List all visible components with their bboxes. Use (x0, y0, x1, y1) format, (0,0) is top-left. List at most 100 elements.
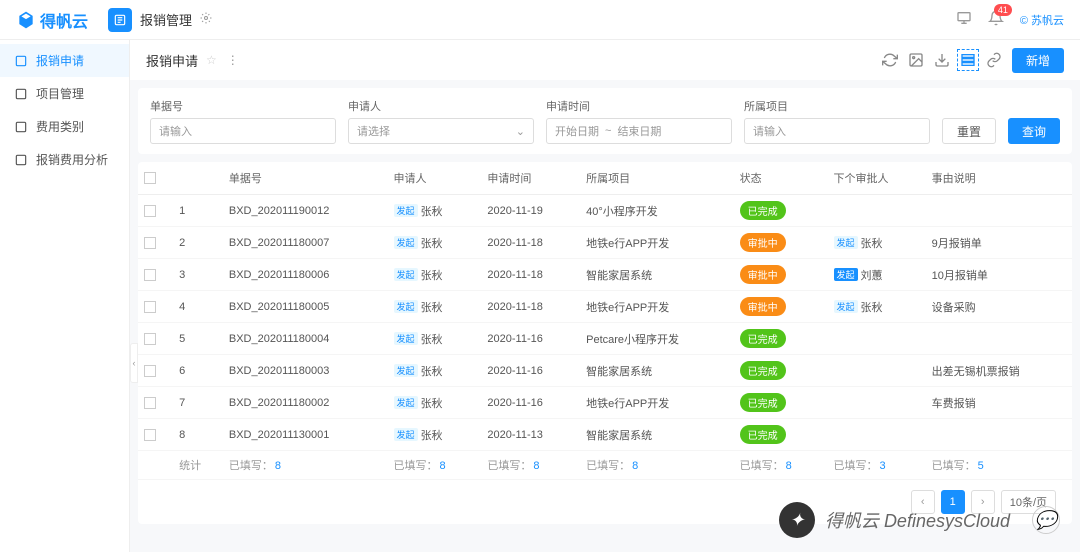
status: 审批中 (734, 259, 828, 291)
project: 地铁e行APP开发 (580, 227, 734, 259)
settings-gear-icon[interactable] (200, 12, 212, 27)
collapse-sidebar-icon[interactable]: ‹ (130, 343, 138, 383)
table-row[interactable]: 4BXD_202011180005发起张秋2020-11-18地铁e行APP开发… (138, 291, 1072, 323)
row-index: 5 (173, 323, 223, 355)
wechat-icon: ✦ (779, 502, 815, 538)
sidebar-item-label: 报销费用分析 (36, 151, 108, 168)
logo-icon (16, 10, 36, 30)
footer-label: 统计 (173, 451, 223, 480)
main-content: 报销申请 ☆ ⋮ 新增 单据号 请输入 申请人 请选择⌄ 申请时间 (130, 40, 1080, 552)
notification-bell-icon[interactable]: 41 (988, 10, 1004, 29)
row-checkbox[interactable] (144, 205, 156, 217)
footer-count: 已填写：8 (388, 451, 482, 480)
project: 智能家居系统 (580, 355, 734, 387)
row-checkbox[interactable] (144, 333, 156, 345)
list-view-icon[interactable] (960, 52, 976, 68)
file-icon (14, 54, 28, 68)
approver (828, 387, 926, 419)
table-row[interactable]: 8BXD_202011130001发起张秋2020-11-13智能家居系统已完成 (138, 419, 1072, 451)
app-badge-icon[interactable] (108, 8, 132, 32)
refresh-icon[interactable] (882, 52, 898, 68)
applicant-select[interactable]: 请选择⌄ (348, 118, 534, 144)
table-row[interactable]: 7BXD_202011180002发起张秋2020-11-16地铁e行APP开发… (138, 387, 1072, 419)
applicant: 发起张秋 (388, 323, 482, 355)
footer-count: 已填写：5 (926, 451, 1072, 480)
logo[interactable]: 得帆云 (16, 8, 88, 32)
table-row[interactable]: 1BXD_202011190012发起张秋2020-11-1940°小程序开发已… (138, 195, 1072, 227)
export-icon[interactable] (934, 52, 950, 68)
reason: 9月报销单 (926, 227, 1072, 259)
table-row[interactable]: 2BXD_202011180007发起张秋2020-11-18地铁e行APP开发… (138, 227, 1072, 259)
sidebar-item-label: 费用类别 (36, 118, 84, 135)
row-index: 6 (173, 355, 223, 387)
apply-time: 2020-11-16 (481, 323, 580, 355)
doc-no: BXD_202011180006 (223, 259, 388, 291)
apply-time: 2020-11-19 (481, 195, 580, 227)
status: 已完成 (734, 355, 828, 387)
category-icon (14, 120, 28, 134)
favorite-star-icon[interactable]: ☆ (206, 53, 217, 67)
status: 已完成 (734, 387, 828, 419)
applicant: 发起张秋 (388, 387, 482, 419)
row-checkbox[interactable] (144, 301, 156, 313)
sidebar-item-chart-icon[interactable]: 报销费用分析 (0, 143, 129, 176)
row-index: 7 (173, 387, 223, 419)
date-range-input[interactable]: 开始日期~结束日期 (546, 118, 732, 144)
filter-bar: 单据号 请输入 申请人 请选择⌄ 申请时间 开始日期~结束日期 所属项目 请输入… (138, 88, 1072, 154)
doc-no: BXD_202011180003 (223, 355, 388, 387)
page-bar: 报销申请 ☆ ⋮ 新增 (130, 40, 1080, 80)
row-index: 4 (173, 291, 223, 323)
row-checkbox[interactable] (144, 269, 156, 281)
applicant: 发起张秋 (388, 227, 482, 259)
filter-label-project: 所属项目 (744, 98, 930, 114)
status: 审批中 (734, 291, 828, 323)
project: Petcare小程序开发 (580, 323, 734, 355)
link-icon[interactable] (986, 52, 1002, 68)
column-header: 单据号 (223, 162, 388, 195)
column-header: 状态 (734, 162, 828, 195)
doc-no: BXD_202011180005 (223, 291, 388, 323)
project: 智能家居系统 (580, 419, 734, 451)
query-button[interactable]: 查询 (1008, 118, 1060, 144)
sidebar: 报销申请项目管理费用类别报销费用分析 (0, 40, 130, 552)
row-checkbox[interactable] (144, 397, 156, 409)
row-checkbox[interactable] (144, 365, 156, 377)
row-checkbox[interactable] (144, 429, 156, 441)
app-name: 报销管理 (140, 10, 192, 29)
approver: 发起张秋 (828, 227, 926, 259)
table-row[interactable]: 5BXD_202011180004发起张秋2020-11-16Petcare小程… (138, 323, 1072, 355)
more-dots-icon[interactable]: ⋮ (227, 53, 239, 67)
docno-input[interactable]: 请输入 (150, 118, 336, 144)
select-all-checkbox[interactable] (144, 172, 156, 184)
project-icon (14, 87, 28, 101)
approver (828, 419, 926, 451)
watermark: ✦ 得帆云 DefinesysCloud 💬 (779, 502, 1060, 538)
sidebar-item-category-icon[interactable]: 费用类别 (0, 110, 129, 143)
row-checkbox[interactable] (144, 237, 156, 249)
status: 已完成 (734, 195, 828, 227)
user-label[interactable]: © 苏帆云 (1020, 12, 1064, 28)
new-button[interactable]: 新增 (1012, 48, 1064, 73)
approver (828, 195, 926, 227)
apply-time: 2020-11-18 (481, 227, 580, 259)
footer-count: 已填写：3 (828, 451, 926, 480)
sidebar-item-project-icon[interactable]: 项目管理 (0, 77, 129, 110)
column-header: 下个审批人 (828, 162, 926, 195)
filter-label-time: 申请时间 (546, 98, 732, 114)
project-input[interactable]: 请输入 (744, 118, 930, 144)
status: 审批中 (734, 227, 828, 259)
reset-button[interactable]: 重置 (942, 118, 996, 144)
project: 地铁e行APP开发 (580, 387, 734, 419)
chat-bubble-icon[interactable]: 💬 (1032, 506, 1060, 534)
monitor-icon[interactable] (956, 10, 972, 29)
reason: 10月报销单 (926, 259, 1072, 291)
table-row[interactable]: 3BXD_202011180006发起张秋2020-11-18智能家居系统审批中… (138, 259, 1072, 291)
reason (926, 323, 1072, 355)
image-icon[interactable] (908, 52, 924, 68)
sidebar-item-file-icon[interactable]: 报销申请 (0, 44, 129, 77)
table-row[interactable]: 6BXD_202011180003发起张秋2020-11-16智能家居系统已完成… (138, 355, 1072, 387)
table-container: ‹ 单据号申请人申请时间所属项目状态下个审批人事由说明 1BXD_2020111… (138, 162, 1072, 524)
row-index: 2 (173, 227, 223, 259)
column-header: 申请人 (388, 162, 482, 195)
column-header: 事由说明 (926, 162, 1072, 195)
